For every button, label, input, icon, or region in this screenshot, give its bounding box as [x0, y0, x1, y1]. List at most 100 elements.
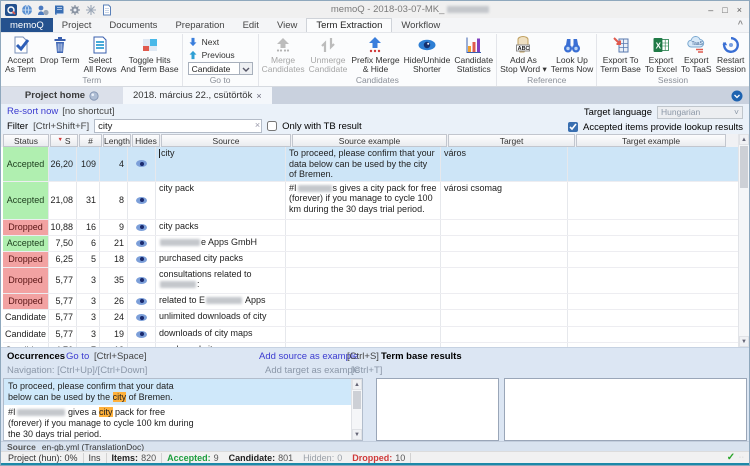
text-segment: Apps	[243, 295, 266, 305]
status-cell: Dropped	[3, 252, 49, 267]
add-target-example-link[interactable]: Add target as example	[265, 365, 360, 376]
document-tab-project-home[interactable]: Project home	[1, 87, 123, 104]
accept-as-term-button[interactable]: Accept As Term	[3, 34, 38, 75]
ribbon-tab-documents[interactable]: Documents	[100, 18, 166, 32]
scroll-down-icon[interactable]: ▼	[739, 336, 749, 347]
select-all-rows-button[interactable]: Select All Rows	[82, 34, 119, 75]
column-header-source[interactable]: Source	[161, 134, 291, 147]
term-row[interactable]: Candidate5,77324unlimited downloads of c…	[3, 310, 749, 327]
hides-cell	[128, 252, 156, 267]
prefix-merge-hide-button[interactable]: Prefix Merge & Hide	[349, 34, 401, 75]
maximize-button[interactable]: □	[722, 5, 727, 15]
merge-candidates-button[interactable]: Merge Candidates	[260, 34, 307, 75]
column-header-source-example[interactable]: Source example	[292, 134, 447, 147]
status-cell: Candidate	[3, 327, 49, 342]
scroll-up-icon[interactable]: ▲	[352, 379, 362, 390]
occurrence-item[interactable]: To proceed, please confirm that your dat…	[4, 379, 351, 405]
export-to-term-base-button[interactable]: Export To Term Base	[598, 34, 643, 75]
ribbon-tab-term-extraction[interactable]: Term Extraction	[306, 18, 392, 32]
scroll-up-icon[interactable]: ▲	[739, 134, 749, 145]
ribbon-tab-preparation[interactable]: Preparation	[166, 18, 233, 32]
eye-icon[interactable]	[136, 256, 147, 263]
eye-icon[interactable]	[136, 160, 147, 167]
collapse-ribbon-button[interactable]: ^	[738, 19, 743, 29]
column-header-target[interactable]: Target	[448, 134, 575, 147]
look-up-terms-now-button[interactable]: Look Up Terms Now	[549, 34, 596, 75]
redacted-text	[298, 185, 332, 192]
term-row[interactable]: Accepted26,201094cityTo proceed, please …	[3, 147, 749, 182]
candidate-statistics-button[interactable]: Candidate Statistics	[452, 34, 495, 75]
drop-term-button[interactable]: Drop Term	[38, 34, 82, 75]
eye-icon[interactable]	[136, 240, 147, 247]
unmerge-candidate-button[interactable]: Unmerge Candidate	[307, 34, 350, 75]
close-button[interactable]: ×	[737, 5, 742, 15]
go-to-type-dropdown[interactable]: Candidate	[188, 62, 253, 75]
close-tab-icon[interactable]: ×	[256, 91, 261, 101]
table-scrollbar[interactable]: ▲ ▼	[738, 134, 749, 347]
term-row[interactable]: Dropped6,25518purchased city packs	[3, 252, 749, 268]
scroll-down-icon[interactable]: ▼	[352, 429, 362, 440]
export-to-excel-button[interactable]: XExport To Excel	[643, 34, 679, 75]
filter-input[interactable]	[94, 119, 262, 133]
restart-session-button[interactable]: Restart Session	[714, 34, 748, 75]
eye-icon[interactable]	[136, 277, 147, 284]
only-tb-result-checkbox[interactable]	[267, 121, 277, 131]
column-header-s[interactable]: ▼S	[50, 134, 78, 147]
resize-grip[interactable]: ∙∙	[739, 454, 745, 461]
term-row[interactable]: Accepted21,08318city pack#Is gives a cit…	[3, 182, 749, 220]
term-row[interactable]: Candidate5,77319downloads of city maps	[3, 327, 749, 343]
occurrence-item[interactable]: #I gives a city pack for free (forever) …	[4, 405, 351, 440]
status-label: Candidate:	[229, 453, 276, 463]
tab-bar-menu-icon[interactable]	[731, 90, 743, 102]
term-row[interactable]: Accepted7,50621e Apps GmbH	[3, 236, 749, 252]
add-as-stop-word-button[interactable]: ABCAdd As Stop Word ▾	[498, 34, 549, 75]
resort-now-link[interactable]: Re-sort now	[7, 106, 58, 117]
eye-icon[interactable]	[136, 224, 147, 231]
occurrences-goto-link[interactable]: Go to	[66, 351, 89, 362]
column-header-[interactable]: #	[79, 134, 102, 147]
user-options-icon[interactable]	[37, 4, 49, 16]
settings-gear-icon[interactable]	[69, 4, 81, 16]
text-segment: purchased city packs	[159, 253, 243, 263]
previous-button[interactable]: Previous	[188, 49, 253, 60]
column-header-hides[interactable]: Hides	[132, 134, 160, 147]
column-header-status[interactable]: Status	[3, 134, 49, 147]
scrollbar-thumb[interactable]	[353, 391, 361, 409]
snowflake-icon[interactable]	[85, 4, 97, 16]
eye-icon[interactable]	[136, 197, 147, 204]
source-cell: related to E Apps	[156, 294, 286, 309]
text-segment: e Apps GmbH	[201, 237, 257, 247]
document-tab-2018-m-rcius-22-cs-t-rt-k[interactable]: 2018. március 22., csütörtök×	[123, 87, 272, 104]
clear-filter-icon[interactable]: ×	[255, 120, 260, 130]
accepted-lookup-checkbox[interactable]	[568, 122, 578, 132]
ribbon-tab-edit[interactable]: Edit	[234, 18, 268, 32]
export-to-taas-button[interactable]: TaaSExport To TaaS	[679, 34, 714, 75]
eye-icon[interactable]	[136, 298, 147, 305]
term-row[interactable]: Dropped5,77335consultations related to :	[3, 268, 749, 294]
chevron-down-icon[interactable]	[240, 62, 253, 75]
next-button[interactable]: Next	[188, 36, 253, 47]
column-header-length[interactable]: Length	[103, 134, 131, 147]
ribbon-tab-project[interactable]: Project	[53, 18, 101, 32]
toggle-hits-and-term-base-button[interactable]: Toggle Hits And Term Base	[119, 34, 181, 75]
ribbon-group-label: Go to	[184, 75, 257, 86]
ribbon-tab-workflow[interactable]: Workflow	[392, 18, 449, 32]
memoq-logo-icon[interactable]	[5, 4, 17, 16]
resources-book-icon[interactable]	[53, 4, 65, 16]
new-document-icon[interactable]	[101, 4, 113, 16]
occurrences-scrollbar[interactable]: ▲ ▼	[351, 379, 362, 440]
column-header-target-example[interactable]: Target example	[576, 134, 726, 147]
minimize-button[interactable]: –	[708, 5, 713, 15]
eye-icon[interactable]	[136, 331, 147, 338]
hide-unhide-shorter-button[interactable]: Hide/Unhide Shorter	[402, 34, 453, 75]
eye-icon[interactable]	[136, 314, 147, 321]
ribbon-tab-memoq[interactable]: memoQ	[1, 18, 53, 32]
ribbon-tab-view[interactable]: View	[268, 18, 306, 32]
target-language-label: Target language	[584, 107, 652, 118]
globe-icon[interactable]	[21, 4, 33, 16]
add-source-example-link[interactable]: Add source as example	[259, 351, 358, 362]
term-row[interactable]: Dropped5,77326related to E Apps	[3, 294, 749, 310]
target-language-select[interactable]: Hungarian ˅	[657, 106, 743, 119]
scrollbar-thumb[interactable]	[740, 146, 748, 188]
term-row[interactable]: Dropped10,88169city packs	[3, 220, 749, 236]
